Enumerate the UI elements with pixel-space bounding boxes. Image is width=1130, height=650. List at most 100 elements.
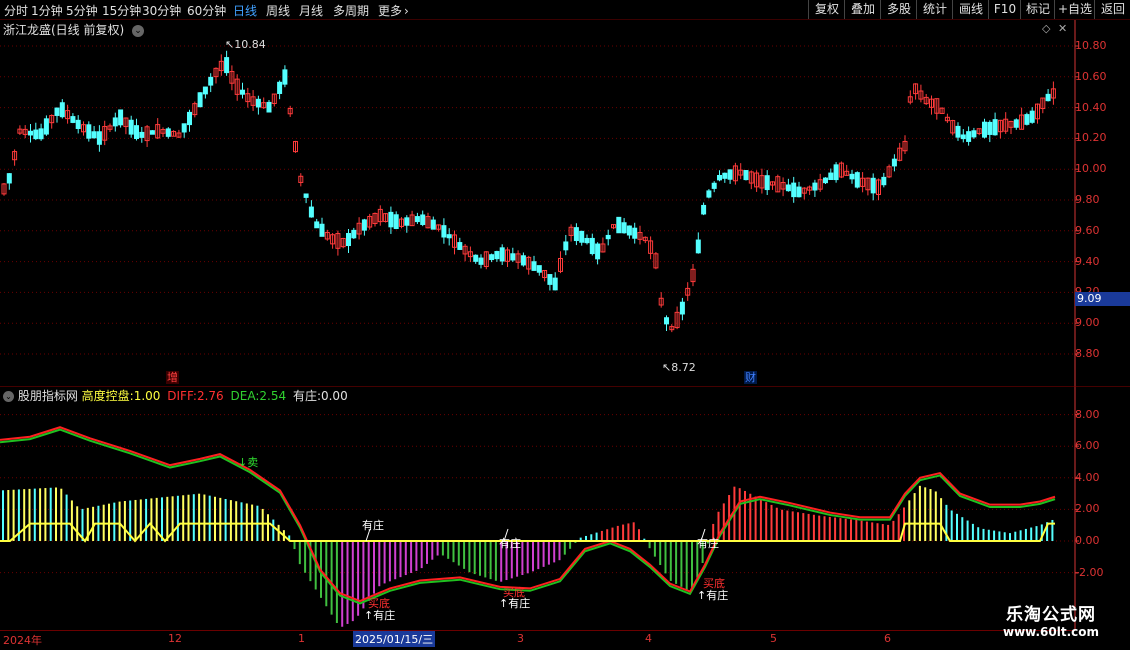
candle-body — [361, 219, 367, 231]
candle-body — [701, 204, 707, 215]
candle-body — [446, 234, 452, 239]
overlay-button[interactable]: 叠加 — [844, 0, 881, 19]
dea-line — [0, 428, 1056, 605]
candle-body — [966, 131, 972, 142]
candle-body — [727, 169, 733, 180]
candle-body — [441, 225, 447, 238]
candle-body — [605, 234, 611, 240]
price-tick-label: 10.80 — [1075, 39, 1107, 52]
candle-body — [319, 223, 325, 237]
zeng-marker[interactable]: 增 — [166, 371, 179, 384]
candle-body — [96, 131, 102, 145]
arrow-left-icon: ↖ — [662, 361, 672, 374]
up-youzhuang-signal-3: ↑有庄 — [697, 589, 729, 602]
candle-body — [70, 116, 76, 123]
candle-body — [1045, 93, 1051, 102]
candle-body — [854, 172, 860, 188]
period-tab-weekly[interactable]: 周线 — [266, 2, 290, 19]
candle-body — [679, 301, 685, 315]
candle-body — [717, 174, 722, 181]
indicator-chart[interactable] — [0, 386, 1130, 630]
site-watermark: 乐淘公式网 www.60lt.com — [986, 600, 1116, 644]
period-tab-fenshi[interactable]: 分时 — [4, 2, 28, 19]
f10-button[interactable]: F10 — [988, 0, 1021, 19]
candle-body — [547, 274, 553, 285]
candlestick-chart[interactable] — [0, 20, 1130, 386]
date-axis: 2024年 12 1 2025/01/15/三 3 4 5 6 — [0, 630, 1075, 649]
candle-body — [764, 175, 770, 191]
multi-stock-button[interactable]: 多股 — [880, 0, 917, 19]
candle-body — [563, 241, 569, 251]
candle-body — [664, 317, 669, 325]
youzhuang-signal-2: 有庄 — [499, 537, 521, 550]
candle-body — [812, 182, 818, 191]
candle-body — [520, 255, 526, 266]
candle-body — [346, 233, 351, 247]
candle-body — [982, 121, 987, 138]
period-tab-monthly[interactable]: 月线 — [299, 2, 323, 19]
candle-body — [457, 242, 463, 250]
candle-body — [430, 219, 436, 230]
period-tab-15min[interactable]: 15分钟 — [102, 2, 141, 19]
candle-body — [584, 237, 590, 244]
candle-body — [75, 119, 81, 129]
candle-body — [240, 89, 245, 95]
date-label-6: 6 — [884, 632, 891, 645]
candle-body — [960, 134, 966, 140]
fuquan-button[interactable]: 复权 — [808, 0, 845, 19]
period-toolbar: 分时 1分钟 5分钟 15分钟 30分钟 60分钟 日线 周线 月线 多周期 更… — [0, 0, 1130, 20]
candle-body — [478, 257, 484, 265]
candle-body — [589, 237, 595, 255]
high-price-label: ↖10.84 — [225, 38, 266, 51]
period-tab-5min[interactable]: 5分钟 — [66, 2, 98, 19]
chevron-right-icon: › — [404, 4, 409, 18]
candle-body — [473, 254, 479, 262]
candle-body — [791, 182, 797, 198]
statistics-button[interactable]: 统计 — [916, 0, 953, 19]
date-label-3: 3 — [517, 632, 524, 645]
indicator-tick-label: 2.00 — [1075, 502, 1100, 516]
candle-body — [255, 98, 261, 108]
candle-body — [573, 227, 579, 242]
candle-body — [303, 193, 309, 198]
back-button[interactable]: 返回 — [1094, 0, 1130, 19]
candle-body — [181, 123, 187, 133]
youzhuang-signal-3: 有庄 — [697, 537, 719, 550]
candle-body — [112, 117, 118, 127]
period-tab-more[interactable]: 更多 › — [378, 2, 409, 19]
indicator-tick-label: 4.00 — [1075, 470, 1100, 484]
price-tick-label: 9.80 — [1075, 193, 1100, 206]
price-tick-label: 10.20 — [1075, 131, 1107, 145]
price-axis: 10.8010.6010.4010.2010.009.809.609.409.2… — [1075, 20, 1130, 386]
candle-body — [139, 131, 145, 138]
period-tab-multi[interactable]: 多周期 — [333, 2, 369, 19]
candle-body — [828, 172, 834, 180]
candle-body — [308, 206, 314, 218]
candle-body — [616, 216, 622, 234]
candle-body — [971, 130, 977, 138]
price-tick-label: 9.60 — [1075, 223, 1100, 237]
candle-body — [552, 277, 558, 291]
candle-body — [1029, 110, 1035, 123]
candle-body — [632, 227, 638, 239]
period-tab-1min[interactable]: 1分钟 — [31, 2, 63, 19]
candle-body — [266, 101, 272, 113]
period-tab-daily[interactable]: 日线 — [233, 2, 257, 19]
indicator-tick-label: 8.00 — [1075, 407, 1100, 421]
draw-line-button[interactable]: 画线 — [952, 0, 989, 19]
add-watchlist-button[interactable]: +自选 — [1054, 0, 1095, 19]
period-tab-60min[interactable]: 60分钟 — [187, 2, 226, 19]
indicator-axis: 8.00 6.00 4.00 2.00 0.00 -2.00 — [1075, 386, 1130, 630]
candle-body — [626, 225, 632, 236]
cai-marker[interactable]: 财 — [744, 371, 757, 384]
candle-body — [38, 128, 44, 140]
period-tab-30min[interactable]: 30分钟 — [142, 2, 181, 19]
candle-body — [536, 265, 542, 273]
more-label: 更多 — [378, 4, 403, 18]
candle-body — [351, 229, 357, 239]
candle-body — [722, 172, 728, 179]
candle-body — [992, 119, 998, 136]
candle-body — [277, 81, 283, 94]
candle-body — [33, 129, 39, 140]
mark-button[interactable]: 标记 — [1020, 0, 1055, 19]
